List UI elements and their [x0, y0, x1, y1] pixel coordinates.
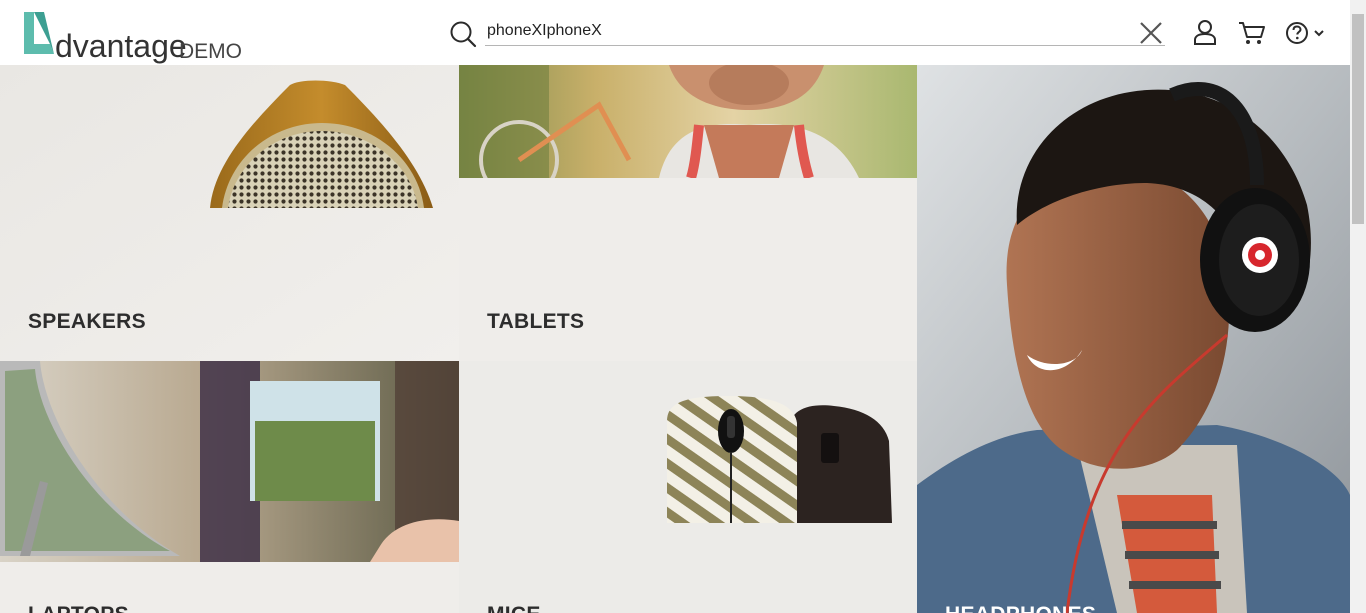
- help-icon[interactable]: [1285, 21, 1329, 45]
- tile-label-speakers: SPEAKERS: [28, 310, 146, 333]
- logo-suffix: DEMO: [179, 40, 242, 63]
- vertical-scrollbar-thumb[interactable]: [1352, 14, 1364, 224]
- page: SPEAKERS TABLETS dvantage DEMO phoneXIph…: [0, 0, 1366, 613]
- category-tile-speakers[interactable]: SPEAKERS: [0, 65, 459, 361]
- logo-mark-icon: [24, 12, 54, 54]
- tablet-lifestyle-image: [459, 65, 917, 178]
- category-tile-headphones[interactable]: HEADPHONES: [917, 65, 1350, 613]
- category-tile-laptops[interactable]: LAPTOPS: [0, 361, 459, 613]
- tile-label-mice: MICE: [487, 603, 541, 613]
- tile-label-tablets: TABLETS: [487, 310, 585, 333]
- cart-icon[interactable]: [1238, 20, 1266, 46]
- search-input[interactable]: [485, 16, 1165, 46]
- search-icon[interactable]: [449, 20, 477, 48]
- tile-label-laptops: LAPTOPS: [28, 603, 129, 613]
- tile-label-headphones: HEADPHONES: [945, 603, 1096, 613]
- chevron-down-icon: [1314, 30, 1324, 37]
- mice-image: [459, 361, 917, 613]
- category-tile-mice[interactable]: MICE: [459, 361, 917, 613]
- top-header: dvantage DEMO: [0, 0, 1350, 65]
- user-icon[interactable]: [1193, 19, 1217, 45]
- category-tile-tablets[interactable]: TABLETS: [459, 65, 917, 361]
- headphones-lifestyle-image: [917, 65, 1350, 613]
- close-icon[interactable]: [1138, 20, 1164, 46]
- logo-text: dvantage: [55, 28, 187, 64]
- laptop-lifestyle-image: [0, 361, 459, 562]
